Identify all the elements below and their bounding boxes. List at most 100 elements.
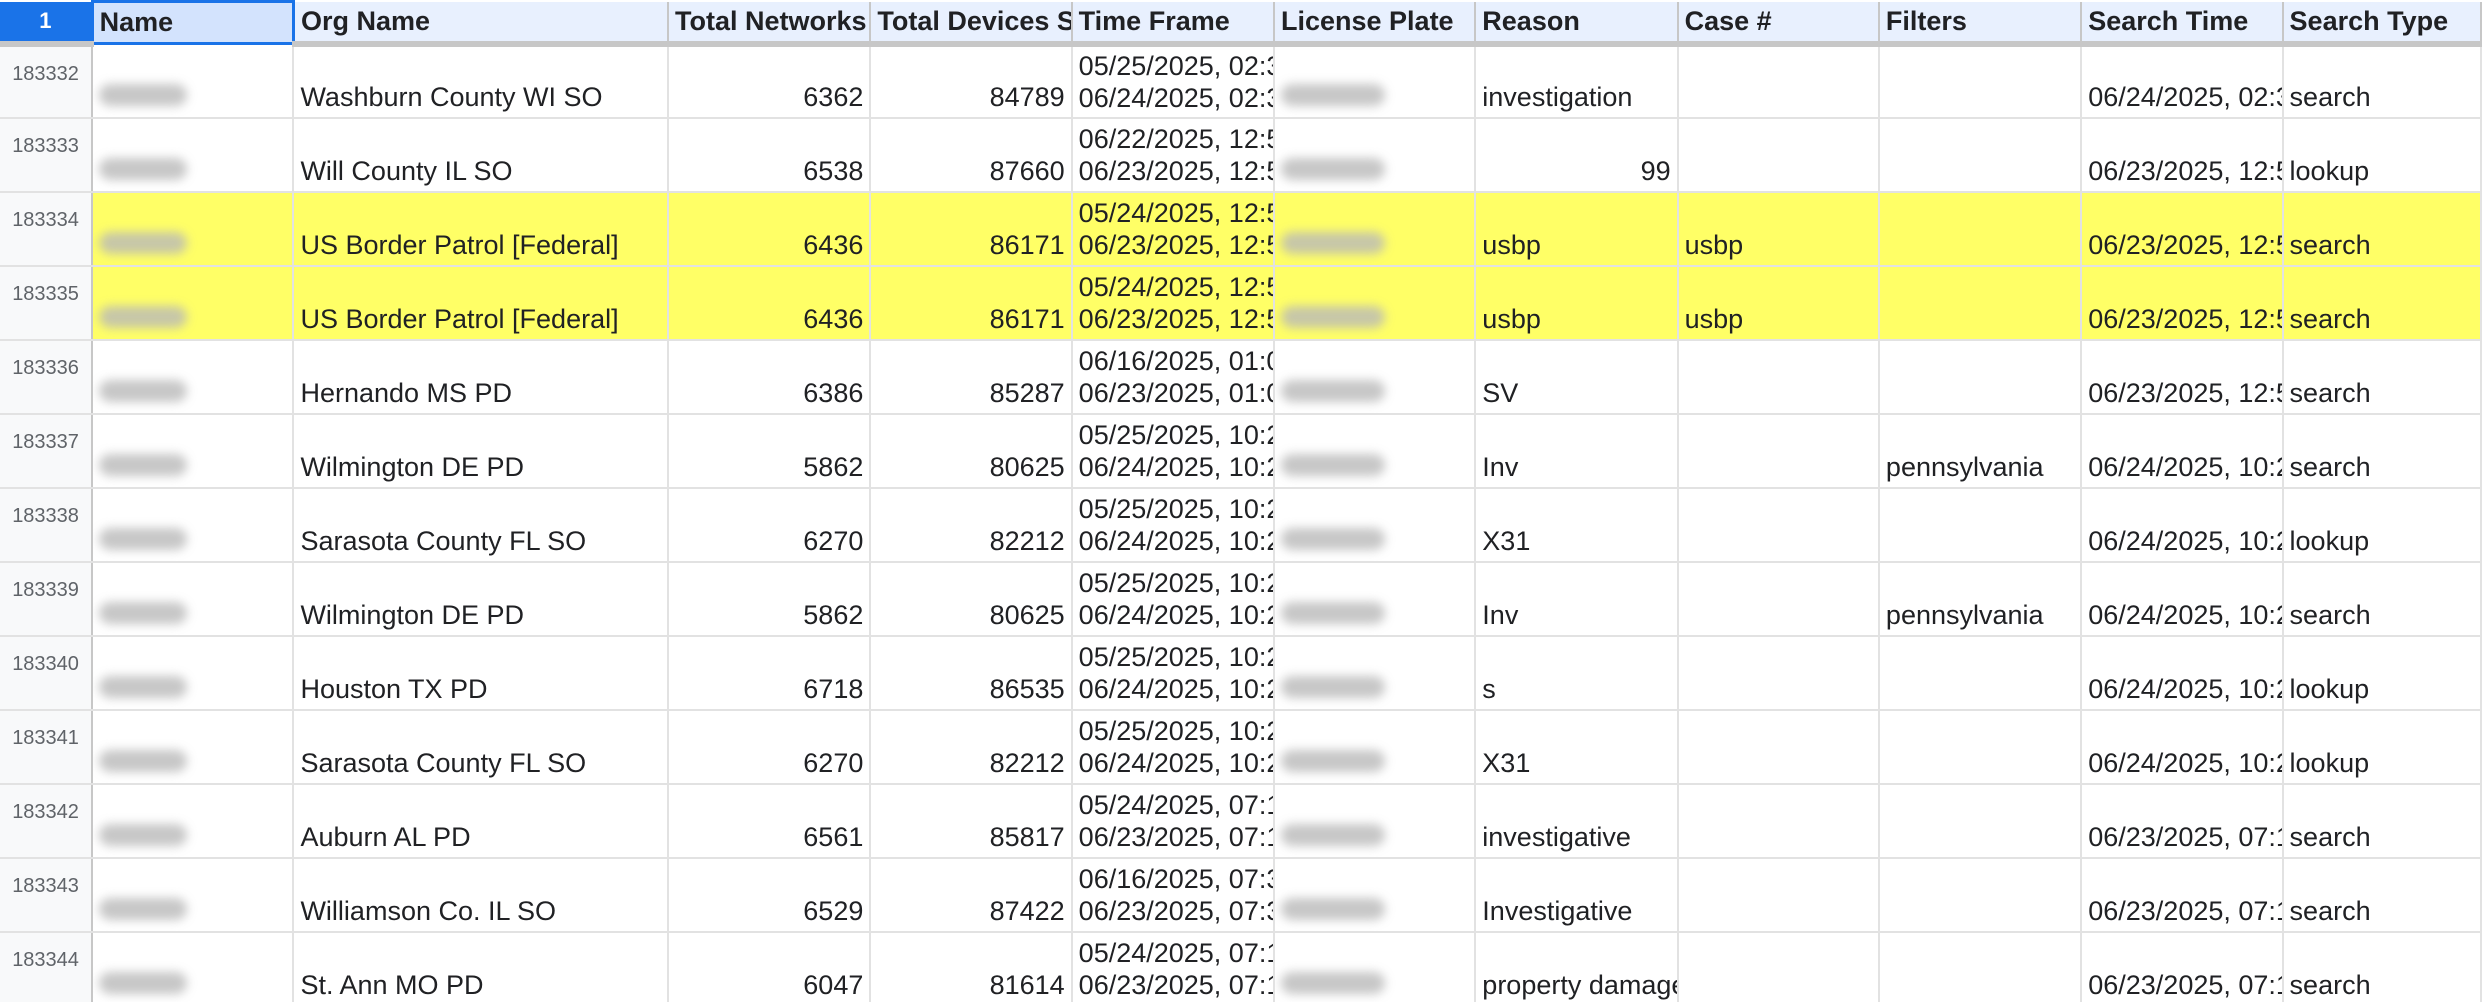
cell-total-networks[interactable]: 6386 [668, 339, 872, 415]
cell-filters[interactable] [1878, 487, 2083, 563]
cell-reason[interactable]: 99 [1475, 117, 1679, 193]
table-row[interactable]: 183341 Sarasota County FL SO 6270 82212 05/2… [0, 709, 2482, 785]
column-header-total-networks[interactable]: Total Networks [668, 1, 872, 47]
cell-time-frame[interactable]: 05/25/2025, 10:2 06/24/2025, 10:2 [1071, 709, 1275, 785]
cell-case[interactable] [1677, 635, 1880, 711]
cell-total-networks[interactable]: 6538 [668, 117, 872, 193]
cell-search-type[interactable]: lookup [2282, 487, 2482, 563]
cell-search-time[interactable]: 06/24/2025, 10:2 [2081, 487, 2284, 563]
cell-case[interactable]: usbp [1677, 265, 1880, 341]
cell-case[interactable] [1677, 783, 1880, 859]
row-number[interactable]: 183343 [0, 857, 94, 933]
cell-total-devices[interactable]: 87422 [870, 857, 1073, 933]
cell-org-name[interactable]: US Border Patrol [Federal] [293, 265, 670, 341]
cell-search-type[interactable]: search [2282, 931, 2482, 1002]
cell-org-name[interactable]: Sarasota County FL SO [293, 709, 670, 785]
cell-total-networks[interactable]: 6362 [668, 43, 872, 119]
cell-license-plate-redacted[interactable] [1273, 339, 1477, 415]
cell-search-type[interactable]: lookup [2282, 709, 2482, 785]
cell-org-name[interactable]: Houston TX PD [293, 635, 670, 711]
cell-total-networks[interactable]: 6270 [668, 709, 872, 785]
cell-time-frame[interactable]: 05/24/2025, 07:1 06/23/2025, 07:1 [1071, 783, 1275, 859]
row-number[interactable]: 183342 [0, 783, 94, 859]
cell-search-time[interactable]: 06/23/2025, 12:5 [2081, 117, 2284, 193]
cell-filters[interactable] [1878, 709, 2083, 785]
cell-total-devices[interactable]: 85817 [870, 783, 1073, 859]
table-row[interactable]: 183338 Sarasota County FL SO 6270 82212 05/2… [0, 487, 2482, 563]
cell-search-time[interactable]: 06/24/2025, 10:2 [2081, 413, 2284, 489]
cell-license-plate-redacted[interactable] [1273, 931, 1477, 1002]
cell-time-frame[interactable]: 05/25/2025, 10:2 06/24/2025, 10:2 [1071, 635, 1275, 711]
cell-search-time[interactable]: 06/24/2025, 10:2 [2081, 635, 2284, 711]
column-header-reason[interactable]: Reason [1475, 1, 1679, 47]
cell-case[interactable]: usbp [1677, 191, 1880, 267]
cell-license-plate-redacted[interactable] [1273, 487, 1477, 563]
row-number[interactable]: 183333 [0, 117, 94, 193]
cell-search-type[interactable]: search [2282, 561, 2482, 637]
cell-license-plate-redacted[interactable] [1273, 783, 1477, 859]
table-row[interactable]: 183336 Hernando MS PD 6386 85287 06/16/2025,… [0, 339, 2482, 415]
cell-time-frame[interactable]: 05/24/2025, 07:1 06/23/2025, 07:1 [1071, 931, 1275, 1002]
cell-reason[interactable]: X31 [1475, 487, 1679, 563]
cell-reason[interactable]: Inv [1475, 561, 1679, 637]
cell-name-redacted[interactable] [92, 709, 295, 785]
row-number[interactable]: 183344 [0, 931, 94, 1002]
cell-total-devices[interactable]: 86171 [870, 191, 1073, 267]
row-header-corner[interactable]: 1 [0, 1, 94, 47]
cell-total-devices[interactable]: 84789 [870, 43, 1073, 119]
cell-total-devices[interactable]: 82212 [870, 709, 1073, 785]
cell-reason[interactable]: SV [1475, 339, 1679, 415]
table-row[interactable]: 183333 Will County IL SO 6538 87660 06/22/20… [0, 117, 2482, 193]
cell-filters[interactable] [1878, 635, 2083, 711]
cell-total-devices[interactable]: 81614 [870, 931, 1073, 1002]
cell-search-time[interactable]: 06/23/2025, 12:5 [2081, 191, 2284, 267]
table-row[interactable]: 183343 Williamson Co. IL SO 6529 87422 06/16… [0, 857, 2482, 933]
cell-search-type[interactable]: lookup [2282, 635, 2482, 711]
column-header-total-devices[interactable]: Total Devices S [870, 1, 1073, 47]
cell-case[interactable] [1677, 709, 1880, 785]
cell-total-networks[interactable]: 6561 [668, 783, 872, 859]
cell-org-name[interactable]: St. Ann MO PD [293, 931, 670, 1002]
cell-filters[interactable]: pennsylvania [1878, 413, 2083, 489]
cell-search-time[interactable]: 06/24/2025, 02:3 [2081, 43, 2284, 119]
cell-total-networks[interactable]: 6529 [668, 857, 872, 933]
cell-reason[interactable]: usbp [1475, 265, 1679, 341]
cell-filters[interactable] [1878, 117, 2083, 193]
table-row[interactable]: 183340 Houston TX PD 6718 86535 05/25/2025, … [0, 635, 2482, 711]
cell-filters[interactable] [1878, 265, 2083, 341]
cell-org-name[interactable]: Williamson Co. IL SO [293, 857, 670, 933]
cell-case[interactable] [1677, 857, 1880, 933]
cell-org-name[interactable]: US Border Patrol [Federal] [293, 191, 670, 267]
cell-filters[interactable] [1878, 783, 2083, 859]
cell-case[interactable] [1677, 413, 1880, 489]
cell-filters[interactable] [1878, 43, 2083, 119]
cell-org-name[interactable]: Auburn AL PD [293, 783, 670, 859]
column-header-name[interactable]: Name [90, 0, 295, 45]
cell-name-redacted[interactable] [92, 561, 295, 637]
cell-license-plate-redacted[interactable] [1273, 265, 1477, 341]
cell-time-frame[interactable]: 06/16/2025, 01:0 06/23/2025, 01:0 [1071, 339, 1275, 415]
cell-name-redacted[interactable] [92, 783, 295, 859]
cell-total-devices[interactable]: 87660 [870, 117, 1073, 193]
cell-case[interactable] [1677, 43, 1880, 119]
column-header-search-type[interactable]: Search Type [2282, 1, 2482, 47]
cell-search-type[interactable]: search [2282, 191, 2482, 267]
table-row[interactable]: 183342 Auburn AL PD 6561 85817 05/24/2025, 0… [0, 783, 2482, 859]
cell-name-redacted[interactable] [92, 117, 295, 193]
table-row[interactable]: 183334 US Border Patrol [Federal] 6436 8617… [0, 191, 2482, 267]
cell-case[interactable] [1677, 339, 1880, 415]
cell-license-plate-redacted[interactable] [1273, 117, 1477, 193]
cell-name-redacted[interactable] [92, 931, 295, 1002]
cell-total-networks[interactable]: 6047 [668, 931, 872, 1002]
cell-reason[interactable]: Inv [1475, 413, 1679, 489]
cell-license-plate-redacted[interactable] [1273, 191, 1477, 267]
cell-search-time[interactable]: 06/23/2025, 07:1 [2081, 857, 2284, 933]
cell-search-time[interactable]: 06/24/2025, 10:2 [2081, 709, 2284, 785]
row-number[interactable]: 183341 [0, 709, 94, 785]
cell-total-devices[interactable]: 80625 [870, 561, 1073, 637]
table-row[interactable]: 183339 Wilmington DE PD 5862 80625 05/25/202… [0, 561, 2482, 637]
column-header-filters[interactable]: Filters [1878, 1, 2083, 47]
table-row[interactable]: 183332 Washburn County WI SO 6362 84789 05/2… [0, 43, 2482, 119]
cell-license-plate-redacted[interactable] [1273, 43, 1477, 119]
cell-total-devices[interactable]: 80625 [870, 413, 1073, 489]
